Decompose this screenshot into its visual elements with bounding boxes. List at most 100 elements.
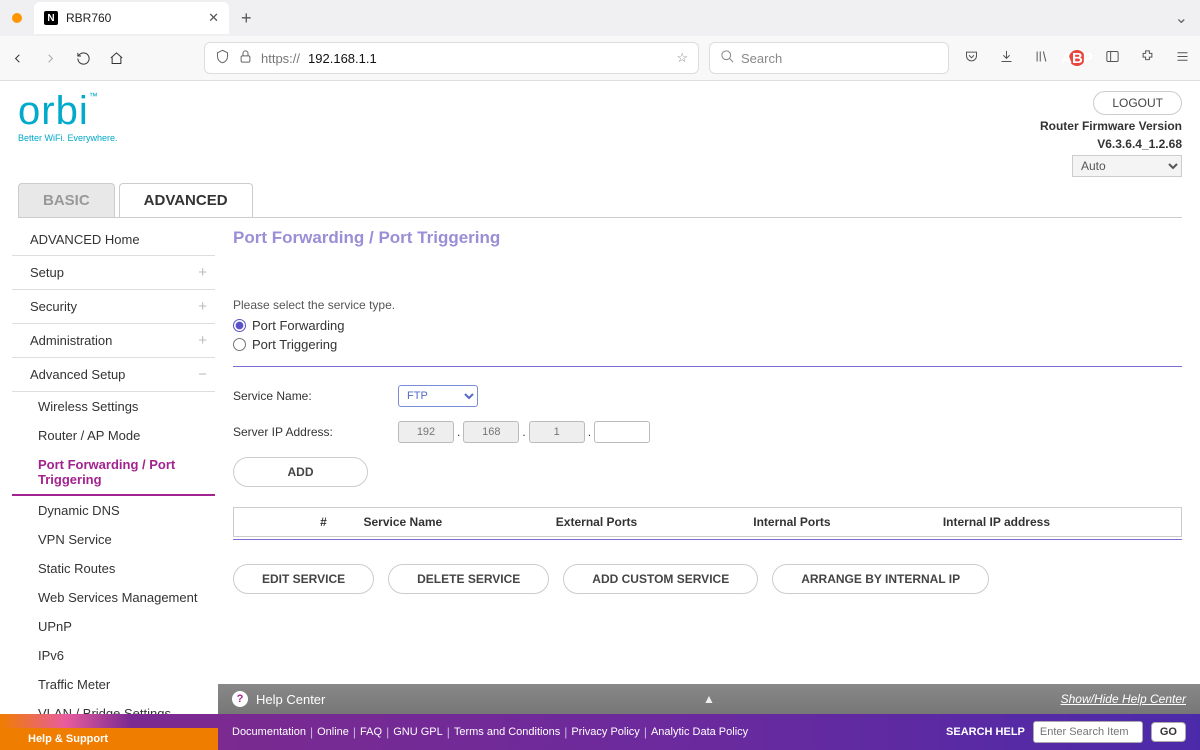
library-icon[interactable] bbox=[1034, 49, 1049, 68]
ip-octet-3 bbox=[529, 421, 585, 443]
footer-link-analytics[interactable]: Analytic Data Policy bbox=[651, 726, 748, 738]
reload-button[interactable] bbox=[76, 51, 91, 66]
chevron-up-icon[interactable]: ▲ bbox=[703, 692, 715, 706]
page-title: Port Forwarding / Port Triggering bbox=[233, 228, 1182, 248]
browser-tab[interactable]: N RBR760 ✕ bbox=[34, 2, 229, 34]
sidebar-sub-web-services[interactable]: Web Services Management bbox=[12, 583, 215, 612]
new-tab-button[interactable]: + bbox=[233, 8, 260, 29]
add-custom-service-button[interactable]: ADD CUSTOM SERVICE bbox=[563, 564, 758, 594]
plus-icon: + bbox=[198, 332, 207, 349]
close-icon[interactable]: ✕ bbox=[208, 10, 219, 26]
extensions-icon[interactable] bbox=[1140, 49, 1155, 68]
search-help-input[interactable] bbox=[1033, 721, 1143, 743]
main-tabs: BASIC ADVANCED bbox=[18, 183, 1182, 218]
sidebar-item-administration[interactable]: Administration+ bbox=[12, 324, 215, 358]
go-button[interactable]: GO bbox=[1151, 722, 1186, 742]
sidebar-item-security[interactable]: Security+ bbox=[12, 290, 215, 324]
ip-octet-2 bbox=[463, 421, 519, 443]
sidebar-item-setup[interactable]: Setup+ bbox=[12, 256, 215, 290]
col-internal-ip: Internal IP address bbox=[933, 508, 1182, 537]
radio-port-forwarding[interactable]: Port Forwarding bbox=[233, 318, 1182, 333]
logout-button[interactable]: LOGOUT bbox=[1093, 91, 1182, 115]
delete-service-button[interactable]: DELETE SERVICE bbox=[388, 564, 549, 594]
sidebar-sub-port-forwarding[interactable]: Port Forwarding / Port Triggering bbox=[12, 450, 215, 496]
tab-favicon: N bbox=[44, 11, 58, 25]
sidebar-item-advanced-home[interactable]: ADVANCED Home bbox=[12, 224, 215, 256]
search-help-label: SEARCH HELP bbox=[946, 726, 1025, 738]
help-icon: ? bbox=[232, 691, 248, 707]
sidebar-sub-static-routes[interactable]: Static Routes bbox=[12, 554, 215, 583]
footer-link-terms[interactable]: Terms and Conditions bbox=[454, 726, 560, 738]
sidebar-sub-ddns[interactable]: Dynamic DNS bbox=[12, 496, 215, 525]
divider bbox=[233, 539, 1182, 540]
ip-octet-4[interactable] bbox=[594, 421, 650, 443]
page-header: orbi™ Better WiFi. Everywhere. LOGOUT Ro… bbox=[0, 81, 1200, 177]
col-external-ports: External Ports bbox=[546, 508, 743, 537]
browser-search[interactable]: Search bbox=[709, 42, 949, 74]
edit-service-button[interactable]: EDIT SERVICE bbox=[233, 564, 374, 594]
sidebar-sub-wireless[interactable]: Wireless Settings bbox=[12, 392, 215, 421]
chevron-down-icon[interactable]: ⌄ bbox=[1175, 8, 1188, 28]
language-select[interactable]: Auto bbox=[1072, 155, 1182, 177]
forward-button[interactable] bbox=[43, 51, 58, 66]
footer-link-gpl[interactable]: GNU GPL bbox=[393, 726, 443, 738]
footer-link-documentation[interactable]: Documentation bbox=[232, 726, 306, 738]
downloads-icon[interactable] bbox=[999, 49, 1014, 68]
help-center-bar[interactable]: ? Help Center ▲ Show/Hide Help Center bbox=[218, 684, 1200, 714]
url-bar[interactable]: https:// 192.168.1.1 ☆ bbox=[204, 42, 699, 74]
tab-strip: N RBR760 ✕ + ⌄ bbox=[0, 0, 1200, 36]
arrange-by-ip-button[interactable]: ARRANGE BY INTERNAL IP bbox=[772, 564, 989, 594]
sidebar-icon[interactable] bbox=[1105, 49, 1120, 68]
plus-icon: + bbox=[198, 264, 207, 281]
help-center-title: Help Center bbox=[256, 692, 325, 707]
content: Port Forwarding / Port Triggering Please… bbox=[215, 218, 1200, 750]
ip-octet-1 bbox=[398, 421, 454, 443]
col-select bbox=[234, 508, 294, 537]
sidebar-sub-upnp[interactable]: UPnP bbox=[12, 612, 215, 641]
footer-link-online[interactable]: Online bbox=[317, 726, 349, 738]
help-center-toggle[interactable]: Show/Hide Help Center bbox=[1061, 692, 1186, 706]
browser-toolbar: https:// 192.168.1.1 ☆ Search ABP bbox=[0, 36, 1200, 80]
divider bbox=[233, 366, 1182, 367]
search-icon bbox=[720, 49, 735, 67]
sidebar-item-advanced-setup[interactable]: Advanced Setup− bbox=[12, 358, 215, 392]
bookmark-icon[interactable]: ☆ bbox=[676, 50, 688, 66]
service-name-select[interactable]: FTP bbox=[398, 385, 478, 407]
service-table: # Service Name External Ports Internal P… bbox=[233, 507, 1182, 537]
sidebar-sub-traffic-meter[interactable]: Traffic Meter bbox=[12, 670, 215, 699]
menu-icon[interactable] bbox=[1175, 49, 1190, 68]
firmware-version: V6.3.6.4_1.2.68 bbox=[1097, 137, 1182, 151]
adblock-icon[interactable]: ABP bbox=[1069, 50, 1085, 66]
firefox-icon bbox=[12, 13, 22, 23]
browser-chrome: N RBR760 ✕ + ⌄ https:// 192.168.1.1 ☆ Sea… bbox=[0, 0, 1200, 81]
lock-icon bbox=[238, 49, 253, 67]
footer-link-faq[interactable]: FAQ bbox=[360, 726, 382, 738]
pocket-icon[interactable] bbox=[964, 49, 979, 68]
help-support-label: Help & Support bbox=[0, 728, 218, 750]
tab-basic[interactable]: BASIC bbox=[18, 183, 115, 217]
home-button[interactable] bbox=[109, 51, 124, 66]
back-button[interactable] bbox=[10, 51, 25, 66]
sidebar-sub-router-ap[interactable]: Router / AP Mode bbox=[12, 421, 215, 450]
col-service-name: Service Name bbox=[354, 508, 546, 537]
sidebar: ADVANCED Home Setup+ Security+ Administr… bbox=[0, 218, 215, 750]
footer-link-privacy[interactable]: Privacy Policy bbox=[571, 726, 639, 738]
url-host: 192.168.1.1 bbox=[308, 51, 377, 66]
logo-text: orbi bbox=[18, 89, 89, 133]
logo-tagline: Better WiFi. Everywhere. bbox=[18, 133, 118, 143]
url-scheme: https:// bbox=[261, 51, 300, 66]
sidebar-sub-vpn[interactable]: VPN Service bbox=[12, 525, 215, 554]
firmware-label: Router Firmware Version bbox=[1040, 119, 1182, 133]
service-name-label: Service Name: bbox=[233, 389, 398, 403]
footer: Help & Support Documentation| Online| FA… bbox=[0, 714, 1200, 750]
shield-icon bbox=[215, 49, 230, 67]
tab-advanced[interactable]: ADVANCED bbox=[119, 183, 253, 217]
logo: orbi™ Better WiFi. Everywhere. bbox=[18, 91, 118, 143]
radio-port-triggering[interactable]: Port Triggering bbox=[233, 337, 1182, 352]
server-ip-label: Server IP Address: bbox=[233, 425, 398, 439]
plus-icon: + bbox=[198, 298, 207, 315]
sidebar-sub-ipv6[interactable]: IPv6 bbox=[12, 641, 215, 670]
add-button[interactable]: ADD bbox=[233, 457, 368, 487]
col-internal-ports: Internal Ports bbox=[743, 508, 933, 537]
instruction-text: Please select the service type. bbox=[233, 298, 1182, 312]
